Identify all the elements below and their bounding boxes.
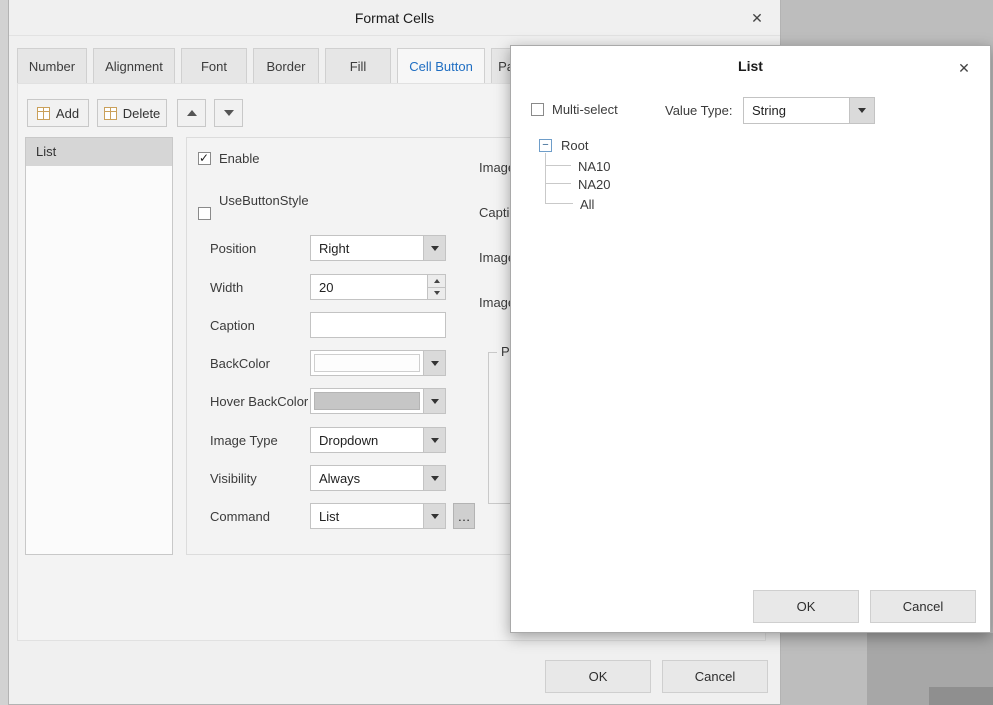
visibility-value: Always bbox=[311, 466, 423, 490]
list-dialog-titlebar[interactable]: List bbox=[511, 46, 990, 86]
add-table-icon bbox=[37, 107, 50, 120]
chevron-down-icon[interactable] bbox=[423, 389, 445, 413]
delete-table-icon bbox=[104, 107, 117, 120]
image-type-label: Image Type bbox=[210, 427, 278, 453]
backcolor-picker[interactable] bbox=[310, 350, 446, 376]
tab-font[interactable]: Font bbox=[181, 48, 247, 85]
tab-fill[interactable]: Fill bbox=[325, 48, 391, 85]
tab-alignment[interactable]: Alignment bbox=[93, 48, 175, 85]
caption-label: Caption bbox=[210, 312, 255, 338]
chevron-down-icon[interactable] bbox=[423, 466, 445, 490]
arrow-up-icon bbox=[187, 110, 197, 116]
tree-collapse-icon[interactable]: − bbox=[539, 139, 552, 152]
usebuttonstyle-checkbox[interactable] bbox=[198, 207, 211, 220]
multi-select-checkbox[interactable] bbox=[531, 103, 544, 116]
position-label: Position bbox=[210, 235, 256, 261]
enable-checkbox[interactable] bbox=[198, 152, 211, 165]
tree-tick bbox=[545, 203, 573, 204]
move-down-button[interactable] bbox=[214, 99, 243, 127]
hover-backcolor-swatch bbox=[314, 392, 420, 410]
command-value: List bbox=[311, 504, 423, 528]
position-dropdown[interactable]: Right bbox=[310, 235, 446, 261]
tree-tick bbox=[545, 165, 571, 166]
chevron-down-icon[interactable] bbox=[423, 428, 445, 452]
backcolor-swatch bbox=[314, 354, 420, 372]
ok-button[interactable]: OK bbox=[545, 660, 651, 693]
visibility-dropdown[interactable]: Always bbox=[310, 465, 446, 491]
chevron-down-icon[interactable] bbox=[423, 351, 445, 375]
width-value: 20 bbox=[311, 275, 427, 299]
caption-input[interactable] bbox=[310, 312, 446, 338]
command-dropdown[interactable]: List bbox=[310, 503, 446, 529]
tab-number[interactable]: Number bbox=[17, 48, 87, 85]
desktop-corner-block bbox=[929, 687, 993, 705]
hover-backcolor-picker[interactable] bbox=[310, 388, 446, 414]
format-cells-tabstrip: Number Alignment Font Border Fill Cell B… bbox=[17, 48, 553, 85]
delete-button-label: Delete bbox=[123, 106, 161, 121]
backcolor-label: BackColor bbox=[210, 350, 270, 376]
close-icon[interactable]: ✕ bbox=[954, 58, 974, 78]
tab-border[interactable]: Border bbox=[253, 48, 319, 85]
list-ok-button[interactable]: OK bbox=[753, 590, 859, 623]
list-item[interactable]: List bbox=[26, 138, 172, 166]
tree-node-root[interactable]: Root bbox=[561, 137, 588, 153]
format-cells-titlebar[interactable]: Format Cells bbox=[9, 0, 780, 36]
width-spinner[interactable]: 20 bbox=[310, 274, 446, 300]
cancel-button[interactable]: Cancel bbox=[662, 660, 768, 693]
value-type-value: String bbox=[744, 98, 849, 123]
list-cancel-button[interactable]: Cancel bbox=[870, 590, 976, 623]
image-type-dropdown[interactable]: Dropdown bbox=[310, 427, 446, 453]
tree-tick bbox=[545, 183, 571, 184]
chevron-down-icon[interactable] bbox=[423, 236, 445, 260]
hover-backcolor-label: Hover BackColor bbox=[210, 388, 308, 414]
caption-value bbox=[311, 313, 445, 337]
spinner-up-icon[interactable] bbox=[428, 275, 445, 288]
chevron-down-icon[interactable] bbox=[423, 504, 445, 528]
tree-node-all[interactable]: All bbox=[580, 196, 594, 212]
tree-node-na10[interactable]: NA10 bbox=[578, 158, 611, 174]
value-type-label: Value Type: bbox=[665, 97, 732, 124]
visibility-label: Visibility bbox=[210, 465, 257, 491]
value-type-dropdown[interactable]: String bbox=[743, 97, 875, 124]
arrow-down-icon bbox=[224, 110, 234, 116]
position-value: Right bbox=[311, 236, 423, 260]
command-label: Command bbox=[210, 503, 270, 529]
list-dialog: List ✕ Multi-select Value Type: String −… bbox=[510, 45, 991, 633]
chevron-down-icon[interactable] bbox=[849, 98, 874, 123]
close-icon[interactable]: ✕ bbox=[747, 8, 767, 28]
tab-cell-button[interactable]: Cell Button bbox=[397, 48, 485, 85]
move-up-button[interactable] bbox=[177, 99, 206, 127]
list-dialog-title: List bbox=[738, 58, 763, 74]
format-cells-title: Format Cells bbox=[355, 10, 434, 26]
spinner-down-icon[interactable] bbox=[428, 288, 445, 300]
button-list-panel: List bbox=[25, 137, 173, 555]
multi-select-label: Multi-select bbox=[552, 101, 618, 117]
enable-label: Enable bbox=[219, 150, 259, 166]
usebuttonstyle-label: UseButtonStyle bbox=[219, 192, 309, 208]
tree-vertical-line bbox=[545, 153, 546, 203]
image-type-value: Dropdown bbox=[311, 428, 423, 452]
add-button[interactable]: Add bbox=[27, 99, 89, 127]
spinner-buttons[interactable] bbox=[427, 275, 445, 299]
tree-node-na20[interactable]: NA20 bbox=[578, 176, 611, 192]
delete-button[interactable]: Delete bbox=[97, 99, 167, 127]
add-button-label: Add bbox=[56, 106, 79, 121]
width-label: Width bbox=[210, 274, 243, 300]
command-browse-button[interactable]: … bbox=[453, 503, 475, 529]
